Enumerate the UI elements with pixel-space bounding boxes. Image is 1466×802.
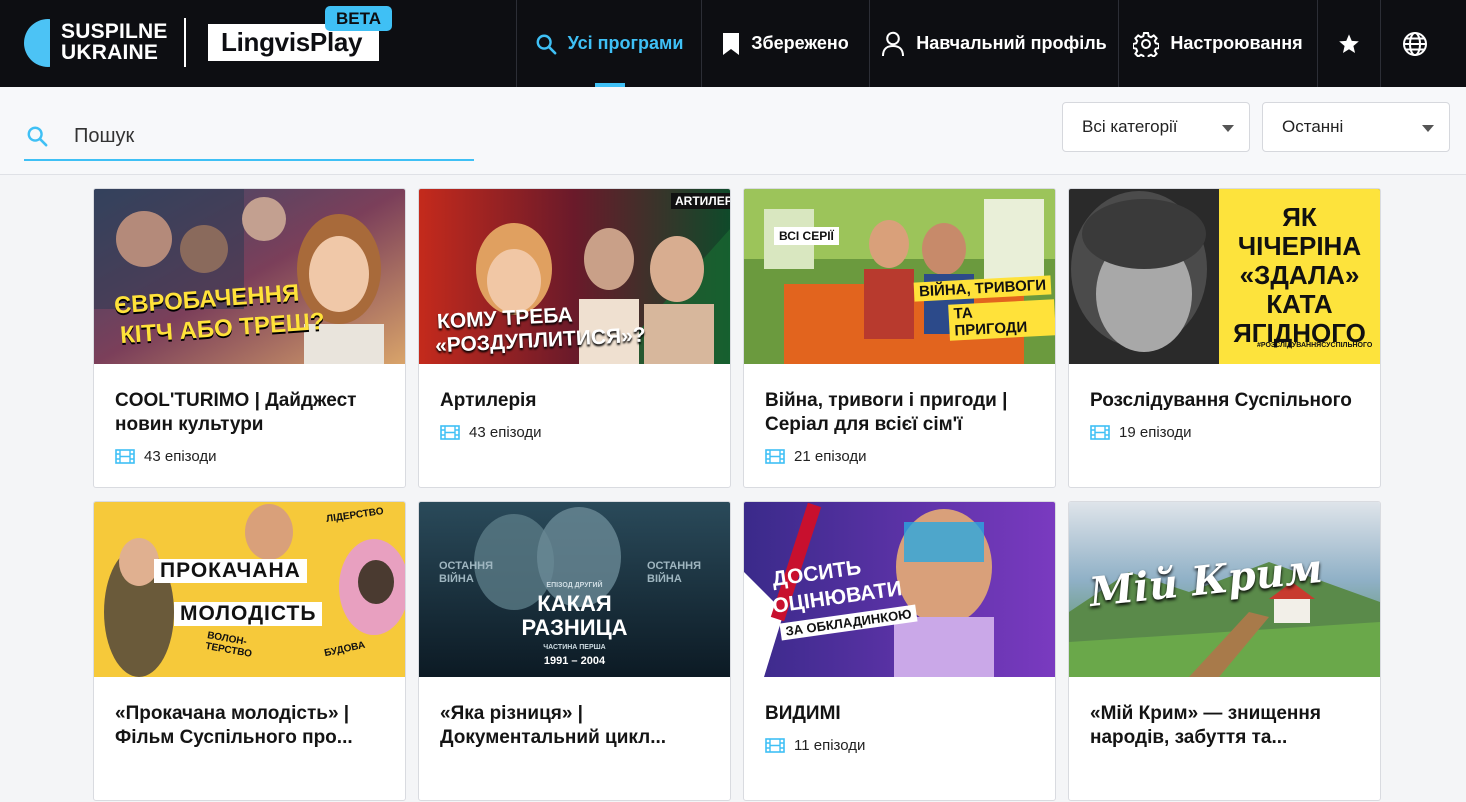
thumbnail-caption: МОЛОДІСТЬ bbox=[174, 602, 323, 626]
episode-count-label: 21 епізоди bbox=[794, 448, 867, 465]
program-thumbnail: ARTИЛЕРІЯ КОМУ ТРЕБА «РОЗДУПЛИТИСЯ»? bbox=[419, 189, 730, 364]
thumbnail-caption-line: РАЗНИЦА bbox=[521, 615, 628, 640]
program-card[interactable]: ОСТАННЯ ВІЙНА ОСТАННЯ ВІЙНА ЕПІЗОД ДРУГИ… bbox=[418, 501, 731, 801]
brand-divider bbox=[184, 18, 186, 67]
thumbnail-caption-line: ОСТАННЯ bbox=[439, 560, 493, 572]
program-card[interactable]: ARTИЛЕРІЯ КОМУ ТРЕБА «РОЗДУПЛИТИСЯ»? Арт… bbox=[418, 188, 731, 488]
program-title: Війна, тривоги і пригоди | Серіал для вс… bbox=[765, 390, 1008, 435]
program-card[interactable]: ЯК ЧІЧЕРІНА «ЗДАЛА» КАТА ЯГІДНОГО #РОЗСЛ… bbox=[1068, 188, 1381, 488]
episode-count: 11 епізоди bbox=[765, 737, 865, 754]
search-icon bbox=[27, 126, 48, 147]
globe-icon bbox=[1402, 31, 1427, 56]
sort-select[interactable]: Останні bbox=[1262, 102, 1450, 152]
search-box[interactable] bbox=[24, 111, 474, 161]
thumbnail-caption: ВСІ СЕРІЇ bbox=[774, 227, 839, 245]
thumbnail-hashtag: #РОЗСЛІДУВАННЯСУСПІЛЬНОГО bbox=[1257, 342, 1373, 349]
program-title: «Мій Крим» — знищення народів, забуття т… bbox=[1090, 703, 1321, 748]
nav-settings[interactable]: Настроювання bbox=[1118, 0, 1317, 87]
thumbnail-caption: ЧАСТИНА ПЕРША bbox=[543, 644, 606, 651]
episode-count: 21 епізоди bbox=[765, 448, 867, 465]
nav-favorites[interactable] bbox=[1317, 0, 1380, 87]
thumbnail-caption: ARTИЛЕРІЯ bbox=[671, 193, 730, 209]
nav-saved-label: Збережено bbox=[751, 33, 849, 53]
program-title: Розслідування Суспільного bbox=[1090, 390, 1352, 411]
episode-count-label: 19 епізоди bbox=[1119, 424, 1192, 441]
thumbnail-caption: 1991 – 2004 bbox=[543, 655, 606, 667]
episode-count: 43 епізоди bbox=[115, 448, 217, 465]
episode-count: 43 епізоди bbox=[440, 424, 542, 441]
program-title: «Прокачана молодість» | Фільм Суспільног… bbox=[115, 703, 353, 748]
program-thumbnail: ВСІ СЕРІЇ ВІЙНА, ТРИВОГИ ТА ПРИГОДИ bbox=[744, 189, 1055, 364]
episode-count-label: 43 епізоди bbox=[469, 424, 542, 441]
chevron-down-icon bbox=[1222, 125, 1234, 132]
program-card[interactable]: ПРОКАЧАНА МОЛОДІСТЬ ЛІДЕРСТВО ВОЛОН- ТЕР… bbox=[93, 501, 406, 801]
thumbnail-caption: ЯК ЧІЧЕРІНА «ЗДАЛА» КАТА ЯГІДНОГО bbox=[1219, 203, 1380, 348]
user-icon bbox=[882, 31, 905, 56]
program-card[interactable]: ЄВРОБАЧЕННЯ КІТЧ АБО ТРЕШ? COOL'TURIMO |… bbox=[93, 188, 406, 488]
gear-icon bbox=[1133, 31, 1160, 57]
film-icon bbox=[1090, 425, 1110, 440]
brand-line-1: SUSPILNE bbox=[61, 20, 168, 43]
brand[interactable]: SUSPILNE UKRAINE LingvisPlay BETA bbox=[0, 0, 516, 87]
chevron-down-icon bbox=[1422, 125, 1434, 132]
main-nav: Усі програми Збережено Навчальний профіл… bbox=[516, 0, 1448, 87]
program-thumbnail: ЄВРОБАЧЕННЯ КІТЧ АБО ТРЕШ? bbox=[94, 189, 405, 364]
film-icon bbox=[765, 738, 785, 753]
beta-badge: BETA bbox=[325, 6, 393, 31]
category-select-value: Всі категорії bbox=[1082, 117, 1178, 136]
nav-learning-profile[interactable]: Навчальний профіль bbox=[869, 0, 1118, 87]
nav-language[interactable] bbox=[1380, 0, 1448, 87]
film-icon bbox=[440, 425, 460, 440]
film-icon bbox=[115, 449, 135, 464]
episode-count: 19 епізоди bbox=[1090, 424, 1192, 441]
program-thumbnail: Мій Крим bbox=[1069, 502, 1380, 677]
category-select[interactable]: Всі категорії bbox=[1062, 102, 1250, 152]
film-icon bbox=[765, 449, 785, 464]
program-title: «Яка різниця» | Документальний цикл... bbox=[440, 703, 667, 748]
suspilne-logo-icon bbox=[24, 19, 50, 67]
nav-all-programs-label: Усі програми bbox=[567, 33, 684, 53]
brand-line-2: UKRAINE bbox=[61, 41, 159, 64]
program-title: COOL'TURIMO | Дайджест новин культури bbox=[115, 390, 357, 435]
program-card[interactable]: Мій Крим «Мій Крим» — знищення народів, … bbox=[1068, 501, 1381, 801]
nav-settings-label: Настроювання bbox=[1170, 33, 1303, 53]
search-input[interactable] bbox=[74, 119, 464, 153]
program-thumbnail: ОСТАННЯ ВІЙНА ОСТАННЯ ВІЙНА ЕПІЗОД ДРУГИ… bbox=[419, 502, 730, 677]
top-bar: SUSPILNE UKRAINE LingvisPlay BETA Усі пр… bbox=[0, 0, 1466, 87]
thumbnail-caption: КАКАЯ РАЗНИЦА bbox=[419, 592, 730, 640]
program-thumbnail: ЯК ЧІЧЕРІНА «ЗДАЛА» КАТА ЯГІДНОГО #РОЗСЛ… bbox=[1069, 189, 1380, 364]
star-icon bbox=[1339, 33, 1359, 53]
program-thumbnail: ПРОКАЧАНА МОЛОДІСТЬ ЛІДЕРСТВО ВОЛОН- ТЕР… bbox=[94, 502, 405, 677]
thumbnail-caption: ПРОКАЧАНА bbox=[154, 559, 307, 583]
nav-all-programs[interactable]: Усі програми bbox=[516, 0, 701, 87]
thumbnail-caption-line: КАТА bbox=[1266, 289, 1333, 319]
sort-select-value: Останні bbox=[1282, 117, 1344, 136]
program-title: Артилерія bbox=[440, 390, 537, 411]
program-title: ВИДИМІ bbox=[765, 703, 841, 724]
thumbnail-caption: ТА ПРИГОДИ bbox=[948, 299, 1055, 341]
episode-count-label: 43 епізоди bbox=[144, 448, 217, 465]
brand-name: SUSPILNE UKRAINE bbox=[61, 21, 168, 63]
thumbnail-caption-line: ОСТАННЯ bbox=[647, 560, 701, 572]
thumbnail-caption: ЕПІЗОД ДРУГИЙ bbox=[546, 582, 603, 589]
program-card[interactable]: ДОСИТЬ ОЦІНЮВАТИ ЗА ОБКЛАДИНКОЮ ВИДИМІ 1… bbox=[743, 501, 1056, 801]
program-thumbnail: ДОСИТЬ ОЦІНЮВАТИ ЗА ОБКЛАДИНКОЮ bbox=[744, 502, 1055, 677]
thumbnail-caption-line: «ЗДАЛА» bbox=[1239, 260, 1360, 290]
nav-saved[interactable]: Збережено bbox=[701, 0, 869, 87]
nav-learning-profile-label: Навчальний профіль bbox=[916, 33, 1107, 53]
thumbnail-caption-line: КАКАЯ bbox=[537, 591, 612, 616]
bookmark-icon bbox=[723, 32, 740, 55]
program-card[interactable]: ВСІ СЕРІЇ ВІЙНА, ТРИВОГИ ТА ПРИГОДИ Війн… bbox=[743, 188, 1056, 488]
search-icon bbox=[536, 34, 557, 54]
thumbnail-caption-line: ЯК ЧІЧЕРІНА bbox=[1237, 202, 1362, 261]
episode-count-label: 11 епізоди bbox=[794, 737, 866, 754]
